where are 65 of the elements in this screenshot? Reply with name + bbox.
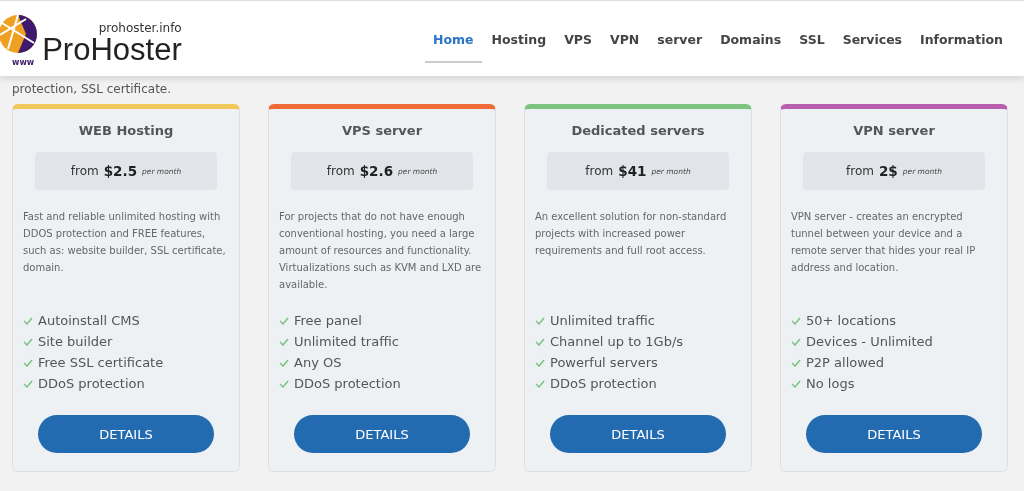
details-button[interactable]: DETAILS xyxy=(294,415,470,453)
nav-link[interactable]: SSL xyxy=(791,18,833,63)
feature-text: Free panel xyxy=(294,313,362,328)
price: $41 xyxy=(618,163,647,179)
check-icon xyxy=(791,316,801,325)
nav-link[interactable]: Services xyxy=(834,18,911,63)
check-icon xyxy=(791,379,801,388)
price-prefix: from xyxy=(585,164,614,178)
plan-title: VPS server xyxy=(340,123,424,138)
check-icon xyxy=(535,337,545,346)
price: $2.5 xyxy=(103,163,138,179)
check-icon xyxy=(791,358,801,367)
feature-text: No logs xyxy=(806,376,855,391)
feature-text: 50+ locations xyxy=(806,313,896,328)
check-icon xyxy=(535,379,545,388)
check-icon xyxy=(23,379,33,388)
plan-description: VPN server - creates an encrypted tunnel between your device and a remote server that hides your real IP address and location. xyxy=(791,210,977,275)
feature-text: Powerful servers xyxy=(550,355,658,370)
feature-text: Any OS xyxy=(294,355,342,370)
price-prefix: from xyxy=(846,164,874,178)
feature-text: DDoS protection xyxy=(550,376,657,391)
feature-text: DDoS protection xyxy=(38,376,145,391)
nav-link[interactable]: Home xyxy=(424,18,482,63)
intro-text: protection, SSL certificate. xyxy=(11,81,173,98)
feature-text: Autoinstall CMS xyxy=(38,313,140,328)
price: $2.6 xyxy=(359,163,394,179)
nav-link[interactable]: Domains xyxy=(712,18,790,63)
plan-description: Fast and reliable unlimited hosting with DDOS protection and FREE features, such as: website builder, SSL certificate, domain. xyxy=(23,210,227,275)
nav-link[interactable]: server xyxy=(649,18,711,63)
check-icon xyxy=(535,316,545,325)
check-icon xyxy=(279,316,289,325)
plan-title: Dedicated servers xyxy=(570,123,706,138)
nav-link[interactable]: VPN xyxy=(602,18,648,63)
feature-text: P2P allowed xyxy=(806,355,885,370)
check-icon xyxy=(279,379,289,388)
details-button[interactable]: DETAILS xyxy=(550,415,726,453)
feature-text: Free SSL certificate xyxy=(38,355,164,370)
logo-domain: prohoster.info xyxy=(98,21,182,34)
check-icon xyxy=(535,358,545,367)
plan-description: An excellent solution for non-standard projects with increased power requirements and full root access. xyxy=(535,210,728,258)
nav-link[interactable]: Hosting xyxy=(483,18,555,63)
feature-text: DDoS protection xyxy=(294,376,401,391)
feature-text: Devices - Unlimited xyxy=(806,334,933,349)
feature-text: Unlimited traffic xyxy=(550,313,655,328)
check-icon xyxy=(279,358,289,367)
check-icon xyxy=(23,358,33,367)
nav-link[interactable]: VPS xyxy=(556,18,600,63)
price-prefix: from xyxy=(326,164,355,178)
nav-link[interactable]: Information xyxy=(912,18,1011,63)
plan-description: For projects that do not have enough conventional hosting, you need a large amount of resources and functionality. Virtualizations such as KVM and LXD are available. xyxy=(279,210,483,292)
check-icon xyxy=(23,337,33,346)
price: 2$ xyxy=(878,163,898,179)
price-prefix: from xyxy=(70,164,99,178)
check-icon xyxy=(279,337,289,346)
feature-text: Channel up to 1Gb/s xyxy=(550,334,684,349)
feature-text: Unlimited traffic xyxy=(294,334,399,349)
check-icon xyxy=(23,316,33,325)
details-button[interactable]: DETAILS xyxy=(806,415,982,453)
plan-title: VPN server xyxy=(852,123,936,138)
logo-www: www xyxy=(12,57,35,67)
feature-text: Site builder xyxy=(38,334,113,349)
logo-name: ProHoster xyxy=(42,33,182,65)
details-button[interactable]: DETAILS xyxy=(38,415,214,453)
check-icon xyxy=(791,337,801,346)
plan-title: WEB Hosting xyxy=(77,123,175,138)
